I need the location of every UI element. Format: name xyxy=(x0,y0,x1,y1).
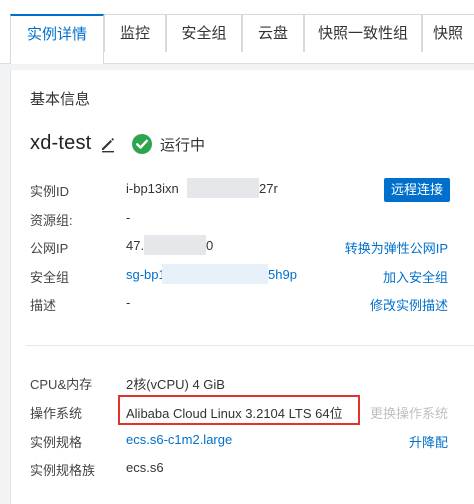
running-status-icon xyxy=(132,134,152,154)
resource-group-label: 资源组: xyxy=(30,213,73,228)
instance-family-value: ecs.s6 xyxy=(126,460,164,475)
tab-instance-details[interactable]: 实例详情 xyxy=(10,14,104,64)
cpu-memory-value: 2核(vCPU) 4 GiB xyxy=(126,377,225,392)
tab-snapshot-consistency-group[interactable]: 快照一致性组 xyxy=(304,14,422,52)
tab-security-group[interactable]: 安全组 xyxy=(166,14,242,52)
edit-icon[interactable] xyxy=(99,135,117,153)
public-ip-prefix: 47. xyxy=(126,238,145,253)
convert-eip-link[interactable]: 转换为弹性公网IP xyxy=(345,238,448,257)
instance-type-label: 实例规格 xyxy=(30,435,83,450)
redaction-mask xyxy=(187,178,259,198)
change-os-link[interactable]: 更换操作系统 xyxy=(370,403,448,422)
redaction-mask xyxy=(162,264,268,284)
redaction-mask xyxy=(144,235,206,255)
remote-connect-button[interactable]: 远程连接 xyxy=(384,178,450,202)
edit-description-link[interactable]: 修改实例描述 xyxy=(370,295,448,314)
tab-cloud-disk[interactable]: 云盘 xyxy=(242,14,304,52)
instance-id-label: 实例ID xyxy=(30,184,70,199)
section-title: 基本信息 xyxy=(30,91,91,108)
instance-type-value[interactable]: ecs.s6-c1m2.large xyxy=(126,432,232,447)
change-spec-link[interactable]: 升降配 xyxy=(409,432,448,451)
basic-info-panel: 基本信息 xd-test 运行中 实例ID i-bp13ixn 27r 远程连接… xyxy=(10,70,474,504)
divider xyxy=(26,345,474,346)
instance-id-suffix: 27r xyxy=(259,181,278,196)
description-value: - xyxy=(126,295,131,310)
os-label: 操作系统 xyxy=(30,406,83,421)
status-text: 运行中 xyxy=(160,137,206,154)
os-highlight-box xyxy=(118,395,360,425)
instance-name: xd-test xyxy=(30,132,92,154)
instance-family-label: 实例规格族 xyxy=(30,463,96,478)
tab-bar: 实例详情 监控 安全组 云盘 快照一致性组 快照 xyxy=(0,0,474,64)
security-group-suffix[interactable]: 5h9p xyxy=(268,267,297,282)
security-group-label: 安全组 xyxy=(30,270,70,285)
tab-monitoring[interactable]: 监控 xyxy=(104,14,166,52)
public-ip-label: 公网IP xyxy=(30,241,69,256)
instance-id-prefix: i-bp13ixn xyxy=(126,181,179,196)
cpu-memory-label: CPU&内存 xyxy=(30,377,93,392)
description-label: 描述 xyxy=(30,298,57,313)
security-group-prefix[interactable]: sg-bp1 xyxy=(126,267,166,282)
tab-snapshot[interactable]: 快照 xyxy=(422,14,474,52)
public-ip-suffix: 0 xyxy=(206,238,214,253)
resource-group-value: - xyxy=(126,210,131,225)
join-security-group-link[interactable]: 加入安全组 xyxy=(383,267,448,286)
